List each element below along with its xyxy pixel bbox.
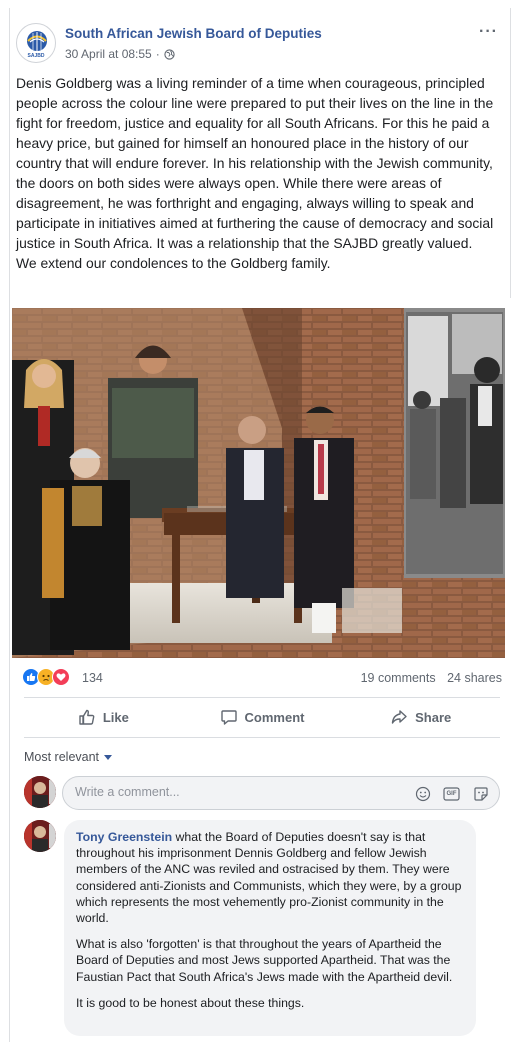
share-button[interactable]: Share: [341, 701, 500, 733]
caret-down-icon: [104, 754, 113, 760]
avatar-label: SAJBD: [27, 53, 45, 59]
globe-icon[interactable]: [164, 48, 175, 60]
more-options-icon[interactable]: ···: [479, 23, 498, 41]
page-avatar[interactable]: SAJBD: [16, 23, 56, 63]
post-paragraph-1: Denis Goldberg was a living reminder of …: [16, 75, 494, 251]
comment-author-link[interactable]: Tony Greenstein: [76, 830, 172, 844]
post-body: Denis Goldberg was a living reminder of …: [16, 73, 502, 273]
shares-count-link[interactable]: 24 shares: [447, 671, 502, 685]
current-user-avatar[interactable]: [24, 776, 56, 808]
comment-sort-label: Most relevant: [24, 750, 100, 764]
comment-paragraph-2: What is also 'forgotten' is that through…: [76, 937, 453, 984]
divider: [24, 697, 500, 698]
comment-sort-dropdown[interactable]: Most relevant: [24, 750, 113, 764]
share-icon: [391, 710, 407, 724]
comment-paragraph-3: It is good to be honest about these thin…: [76, 995, 305, 1010]
reactions-bar: 134 19 comments 24 shares: [22, 668, 502, 690]
avatar: [24, 820, 56, 852]
sticker-icon[interactable]: [472, 785, 489, 802]
commenter-avatar[interactable]: [24, 820, 56, 852]
post-header: SAJBD South African Jewish Board of Depu…: [16, 23, 506, 69]
post-card: SAJBD South African Jewish Board of Depu…: [5, 8, 511, 1042]
post-paragraph-2: We extend our condolences to the Goldber…: [16, 255, 331, 271]
post-actions: Like Comment Share: [24, 701, 500, 733]
emoji-icon[interactable]: [414, 785, 431, 802]
like-button-label: Like: [102, 709, 129, 725]
group-photo-image: [12, 308, 505, 658]
comment-input-icons: GIF: [414, 785, 489, 802]
comment-input[interactable]: [75, 785, 395, 799]
post-photo[interactable]: [12, 308, 505, 658]
comment-button[interactable]: Comment: [183, 701, 342, 733]
share-button-label: Share: [415, 709, 452, 725]
comment-icon: [220, 710, 237, 725]
comments-count-link[interactable]: 19 comments: [361, 671, 436, 685]
comment-text: what the Board of Deputies doesn't say i…: [76, 830, 462, 926]
comment-button-label: Comment: [244, 709, 305, 725]
love-icon: [52, 668, 70, 686]
engagement-stats: 19 comments 24 shares: [353, 671, 502, 685]
comment-paragraph-1: Tony Greenstein what the Board of Deputi…: [76, 829, 464, 926]
post-meta: 30 April at 08:55 ·: [65, 47, 175, 61]
comment-input-box[interactable]: GIF: [62, 776, 500, 810]
gif-icon-label: GIF: [446, 791, 457, 797]
divider: [24, 737, 500, 738]
post-left-border: [9, 8, 10, 1042]
reaction-icons[interactable]: [22, 668, 70, 686]
like-button[interactable]: Like: [24, 701, 183, 733]
avatar: [24, 776, 56, 808]
meta-separator: ·: [155, 47, 160, 61]
gif-icon[interactable]: GIF: [443, 785, 460, 802]
page-name-link[interactable]: South African Jewish Board of Deputies: [65, 26, 322, 41]
reaction-count[interactable]: 134: [82, 671, 103, 685]
post-right-border: [510, 8, 511, 298]
comment-bubble: Tony Greenstein what the Board of Deputi…: [64, 820, 476, 1036]
post-timestamp[interactable]: 30 April at 08:55: [65, 47, 152, 61]
thumbs-up-icon: [79, 709, 95, 725]
